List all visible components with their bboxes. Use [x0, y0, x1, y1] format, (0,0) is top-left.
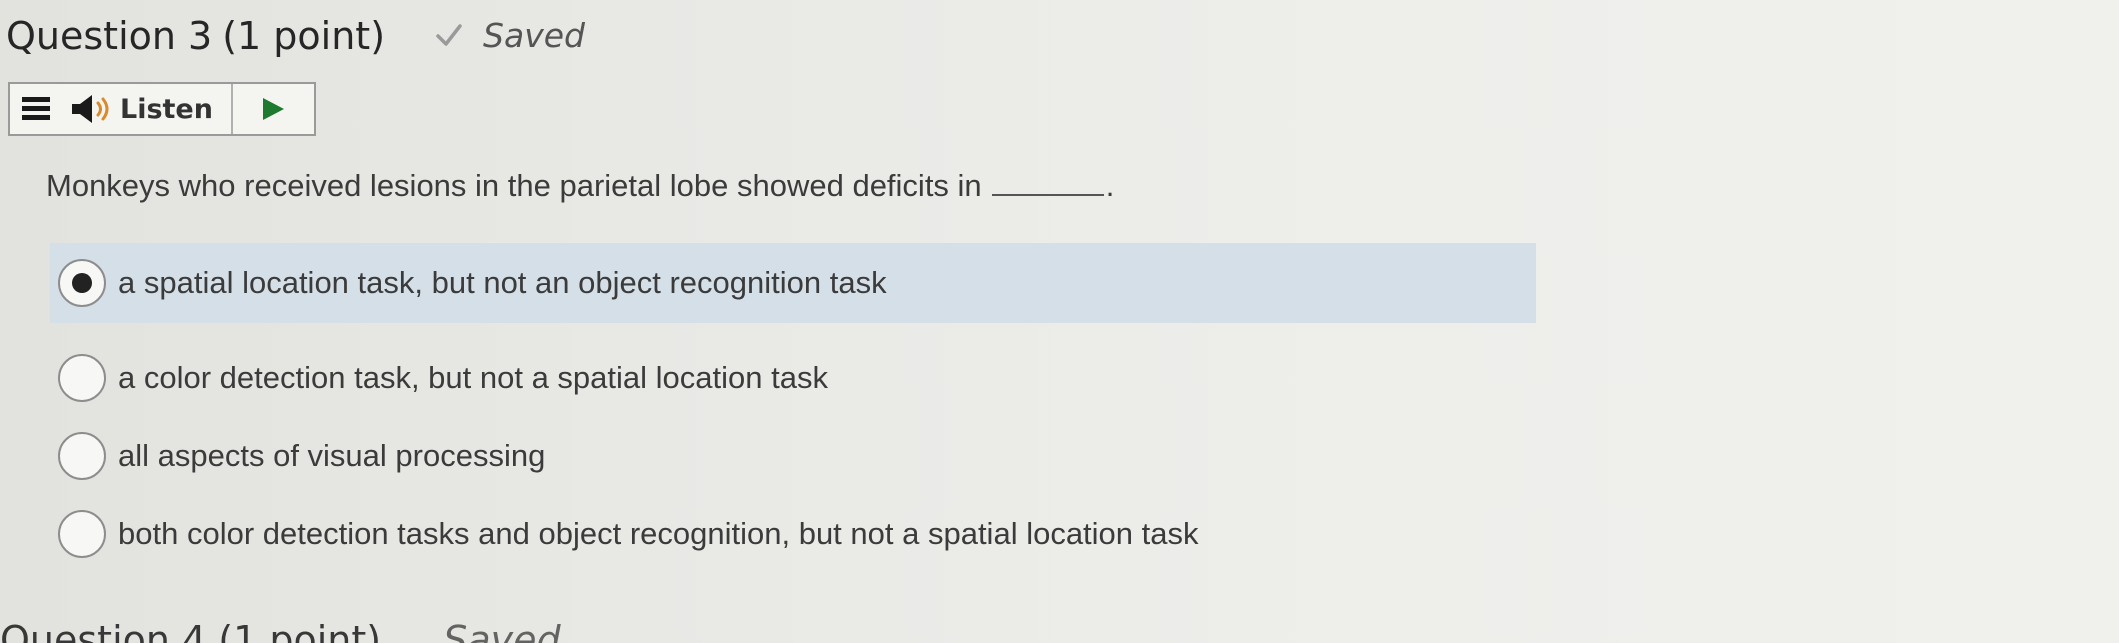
quiz-page: Question 3 (1 point) Saved Listen Monkey…	[0, 0, 2119, 643]
play-icon	[262, 98, 284, 120]
radio-button[interactable]	[58, 354, 106, 402]
listen-label: Listen	[120, 93, 213, 125]
answer-blank	[991, 168, 1104, 196]
next-question-status: Saved	[443, 618, 561, 643]
play-button[interactable]	[233, 84, 313, 134]
question-points: (1 point)	[222, 14, 386, 58]
option-label: all aspects of visual processing	[118, 438, 546, 473]
answer-option-3[interactable]: all aspects of visual processing	[50, 416, 1536, 496]
next-question-header: Question 4 (1 point) Saved	[0, 618, 561, 643]
radio-button[interactable]	[58, 510, 106, 558]
listen-button[interactable]: Listen	[62, 84, 233, 134]
next-question-title: Question 4 (1 point)	[0, 618, 382, 643]
checkmark-icon	[436, 24, 462, 46]
answer-option-4[interactable]: both color detection tasks and object re…	[50, 494, 1536, 574]
menu-button[interactable]	[10, 84, 62, 134]
option-label: both color detection tasks and object re…	[118, 516, 1199, 551]
saved-status: Saved	[435, 16, 585, 55]
question-text: Monkeys who received lesions in the pari…	[46, 168, 1114, 204]
option-label: a color detection task, but not a spatia…	[118, 360, 828, 395]
radio-button[interactable]	[58, 259, 106, 307]
answer-option-1[interactable]: a spatial location task, but not an obje…	[50, 243, 1536, 323]
question-title: Question 3	[6, 14, 213, 58]
listen-toolbar: Listen	[8, 82, 316, 136]
question-period: .	[1105, 168, 1115, 203]
speaker-icon	[72, 95, 109, 123]
radio-button[interactable]	[58, 432, 106, 480]
radio-selected-dot	[72, 273, 92, 293]
question-prompt: Monkeys who received lesions in the pari…	[46, 168, 982, 203]
option-label: a spatial location task, but not an obje…	[118, 265, 887, 300]
saved-text: Saved	[483, 15, 585, 55]
question-header: Question 3 (1 point) Saved	[6, 14, 585, 58]
menu-icon	[22, 97, 50, 120]
answer-option-2[interactable]: a color detection task, but not a spatia…	[50, 338, 1536, 418]
